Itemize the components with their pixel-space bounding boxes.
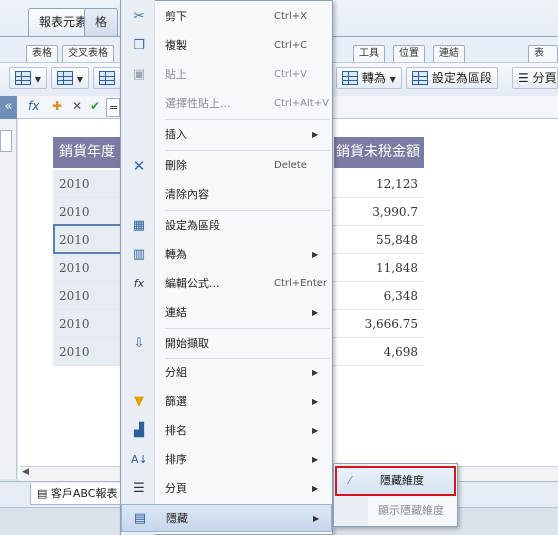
- subtab-tools[interactable]: 工具: [353, 45, 385, 62]
- hide-dimension-icon: ⁄: [349, 474, 351, 487]
- menu-item-show-hidden-dimension[interactable]: 顯示隱藏維度: [335, 498, 456, 524]
- table-icon: [15, 71, 31, 85]
- section-icon: ▦: [132, 218, 146, 233]
- crosstab-type-button[interactable]: ▼: [51, 67, 89, 89]
- chart-type-button[interactable]: [93, 67, 121, 89]
- submenu-arrow-icon: ▶: [312, 308, 319, 317]
- fx-icon[interactable]: fx: [28, 99, 39, 113]
- header-sales-amount[interactable]: 銷貨未稅金額: [334, 137, 424, 168]
- menu-item-clear-contents[interactable]: 清除內容: [121, 181, 332, 209]
- chevron-down-icon: ▼: [389, 75, 396, 84]
- submenu-arrow-icon: ▶: [312, 250, 319, 259]
- cell-amount[interactable]: 3,666.75: [334, 310, 424, 338]
- chevron-down-icon: ▼: [34, 75, 41, 84]
- submenu-arrow-icon: ▶: [312, 130, 319, 139]
- cell-year[interactable]: 2010: [53, 198, 123, 226]
- scroll-left-arrow-icon[interactable]: ◀: [22, 467, 29, 477]
- subtab-table-template[interactable]: 表格範: [528, 45, 558, 89]
- tab-label: 格: [95, 15, 108, 29]
- menu-item-paste[interactable]: ▣ 貼上 Ctrl+V: [121, 61, 332, 89]
- collapse-panel-button[interactable]: «: [0, 96, 17, 119]
- section-icon: [412, 71, 428, 85]
- cell-year[interactable]: 2010: [53, 254, 123, 282]
- menu-item-convert[interactable]: ▥ 轉為 ▶: [121, 241, 332, 269]
- drill-icon: ⇩: [133, 336, 145, 351]
- menu-separator: [165, 150, 330, 151]
- paging-button[interactable]: ☰ 分頁: [512, 67, 558, 89]
- report-tab-icon: ▤: [37, 487, 48, 500]
- submenu-arrow-icon: ▶: [312, 368, 319, 377]
- formula-input[interactable]: =: [106, 98, 120, 117]
- cell-year[interactable]: 2010: [53, 170, 123, 198]
- submenu-arrow-icon: ▶: [312, 397, 319, 406]
- tab-label: 報表元素: [39, 15, 88, 29]
- left-panel-field[interactable]: [0, 130, 12, 152]
- menu-item-edit-formula[interactable]: fx 編輯公式... Ctrl+Enter: [121, 270, 332, 298]
- cell-year[interactable]: 2010: [53, 310, 123, 338]
- convert-icon: ▥: [132, 247, 146, 262]
- submenu-arrow-icon: ▶: [313, 514, 320, 523]
- menu-item-hide-dimension[interactable]: ⁄ 隱藏維度: [335, 466, 456, 496]
- menu-item-rank[interactable]: ▟ 排名 ▶: [121, 417, 332, 445]
- menu-item-filter[interactable]: ▼ 篩選 ▶: [121, 388, 332, 416]
- menu-item-insert[interactable]: 插入 ▶: [121, 121, 332, 149]
- selected-cell-outline: [53, 224, 123, 254]
- report-tab[interactable]: ▤ 客戶ABC報表: [30, 483, 125, 505]
- menu-item-set-section[interactable]: ▦ 設定為區段: [121, 212, 332, 240]
- menu-item-delete[interactable]: ✕ 刪除 Delete: [121, 152, 332, 180]
- variable-icon[interactable]: ✚: [52, 99, 62, 113]
- subtab-position[interactable]: 位置: [393, 45, 425, 62]
- cancel-formula-icon[interactable]: ✕: [72, 99, 82, 113]
- menu-item-cut[interactable]: ✂ 剪下 Ctrl+X: [121, 3, 332, 31]
- set-section-button[interactable]: 設定為區段: [406, 67, 498, 89]
- cell-amount[interactable]: 6,348: [334, 282, 424, 310]
- crosstab-icon: [57, 71, 73, 85]
- subtab-crosstab[interactable]: 交叉表格: [62, 45, 114, 62]
- scissors-icon: ✂: [133, 9, 145, 24]
- tab-format[interactable]: 格: [84, 8, 119, 36]
- paging-icon: ☰: [518, 71, 529, 85]
- menu-separator: [165, 119, 330, 120]
- menu-separator: [165, 210, 330, 211]
- header-sales-year[interactable]: 銷貨年度: [53, 137, 123, 168]
- cell-year[interactable]: 2010: [53, 338, 123, 366]
- menu-item-hide[interactable]: ▤ 隱藏 ▶: [121, 504, 332, 532]
- convert-icon: [342, 71, 358, 85]
- paste-icon: ▣: [132, 67, 146, 82]
- subtab-table[interactable]: 表格: [26, 45, 58, 62]
- sort-icon: A↓: [131, 453, 148, 466]
- submenu-arrow-icon: ▶: [312, 426, 319, 435]
- hide-icon: ▤: [133, 511, 147, 526]
- submenu-arrow-icon: ▶: [312, 455, 319, 464]
- menu-item-start-drill[interactable]: ⇩ 開始擷取: [121, 330, 332, 358]
- menu-item-sort[interactable]: A↓ 排序 ▶: [121, 446, 332, 474]
- cell-amount[interactable]: 55,848: [334, 226, 424, 254]
- filter-icon: ▼: [134, 394, 144, 409]
- paging-icon: ☰: [133, 481, 145, 496]
- rank-icon: ▟: [134, 423, 144, 438]
- copy-icon: ❐: [133, 38, 145, 53]
- subtab-links[interactable]: 連結: [433, 45, 465, 62]
- confirm-formula-icon[interactable]: ✔: [90, 99, 100, 113]
- left-panel: [0, 119, 17, 479]
- menu-item-paging[interactable]: ☰ 分頁 ▶: [121, 475, 332, 503]
- chevron-down-icon: ▼: [76, 75, 83, 84]
- formula-icon: fx: [133, 277, 145, 290]
- grid-icon: [99, 71, 115, 85]
- cell-year[interactable]: 2010: [53, 282, 123, 310]
- delete-x-icon: ✕: [132, 157, 146, 175]
- menu-separator: [165, 328, 330, 329]
- menu-item-copy[interactable]: ❐ 複製 Ctrl+C: [121, 32, 332, 60]
- cell-amount[interactable]: 11,848: [334, 254, 424, 282]
- menu-item-paste-special[interactable]: 選擇性貼上... Ctrl+Alt+V: [121, 90, 332, 118]
- menu-item-link[interactable]: 連結 ▶: [121, 299, 332, 327]
- cell-amount[interactable]: 3,990.7: [334, 198, 424, 226]
- table-type-button[interactable]: ▼: [9, 67, 47, 89]
- convert-button[interactable]: 轉為 ▼: [336, 67, 402, 89]
- cell-amount[interactable]: 4,698: [334, 338, 424, 366]
- menu-item-group[interactable]: 分組 ▶: [121, 359, 332, 387]
- cell-amount[interactable]: 12,123: [334, 170, 424, 198]
- submenu-arrow-icon: ▶: [312, 484, 319, 493]
